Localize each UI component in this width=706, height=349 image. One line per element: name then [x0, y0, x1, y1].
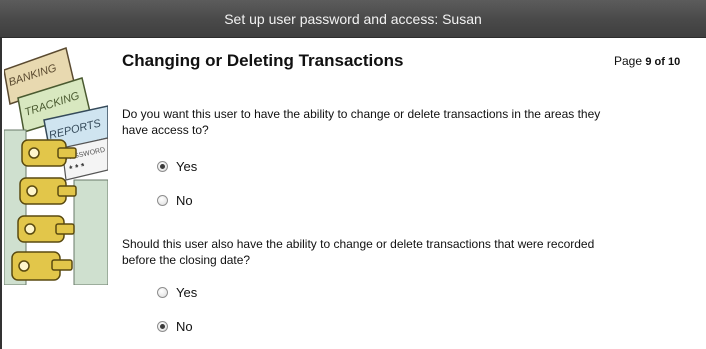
radio-button-checked-icon[interactable] — [157, 160, 168, 172]
key-4 — [11, 251, 73, 281]
radio-label[interactable]: No — [176, 319, 193, 334]
radio-label[interactable]: Yes — [176, 159, 197, 174]
radio-option-yes-q1[interactable]: Yes — [157, 157, 197, 175]
page-label: Page — [614, 54, 643, 68]
radio-button-unchecked-icon[interactable] — [157, 286, 168, 298]
radio-label[interactable]: No — [176, 193, 193, 208]
keys-and-signs-icon: BANKING TRACKING REPORTS PASSWORD * * * — [4, 47, 108, 285]
key-2 — [19, 177, 77, 205]
window-title-bar: Set up user password and access: Susan — [0, 0, 706, 38]
question-change-delete-transactions: Do you want this user to have the abilit… — [122, 107, 601, 137]
radio-option-no-q2[interactable]: No — [157, 317, 193, 335]
page-heading: Changing or Deleting Transactions — [122, 51, 404, 70]
radio-label[interactable]: Yes — [176, 285, 197, 300]
page-indicator: Page 9 of 10 — [614, 54, 680, 68]
question-before-closing-date: Should this user also have the ability t… — [122, 237, 595, 267]
radio-button-checked-icon[interactable] — [157, 320, 168, 332]
window-title: Set up user password and access: Susan — [224, 10, 482, 27]
radio-option-no-q1[interactable]: No — [157, 191, 193, 209]
window-left-border — [0, 38, 2, 349]
key-3 — [17, 215, 75, 243]
radio-button-unchecked-icon[interactable] — [157, 194, 168, 206]
radio-option-yes-q2[interactable]: Yes — [157, 283, 197, 301]
page-number: 9 of 10 — [645, 56, 681, 68]
